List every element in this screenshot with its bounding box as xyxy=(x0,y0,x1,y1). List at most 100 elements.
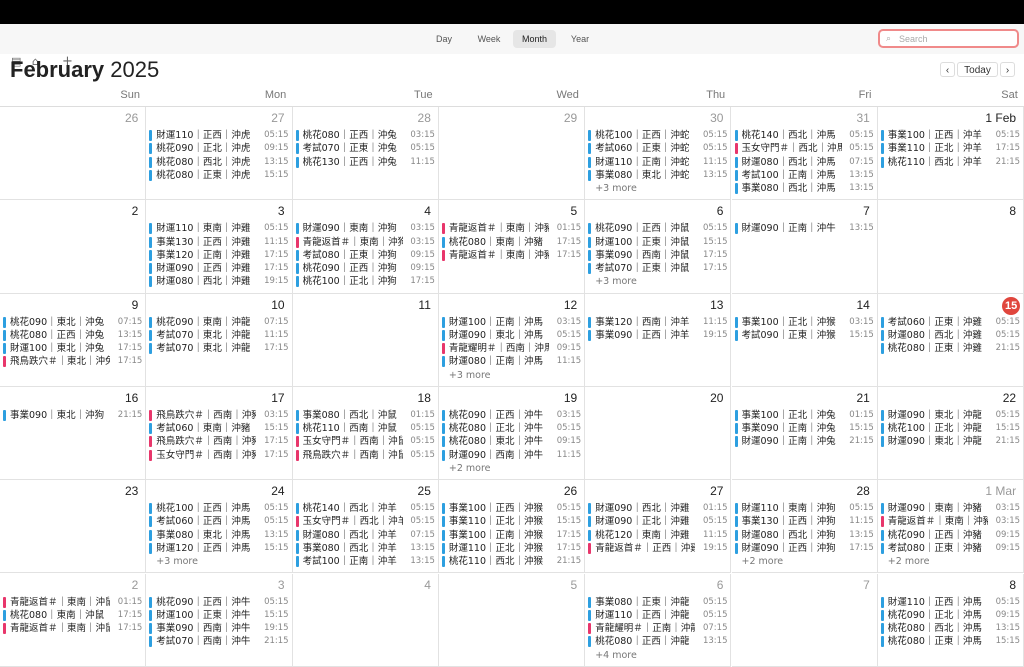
calendar-event[interactable]: 飛鳥跌穴＃｜西南｜沖鼠 05:15 xyxy=(295,448,435,462)
calendar-event[interactable]: 桃花080｜正東｜沖馬 15:15 xyxy=(880,635,1021,649)
day-cell[interactable]: 19 桃花090｜正西｜沖牛 03:15 桃花080｜正北｜沖牛 05:15 桃花080｜… xyxy=(438,386,586,481)
more-events-link[interactable]: +2 more xyxy=(888,555,930,568)
calendar-event[interactable]: 青龍返首＃｜東南｜沖鼠 01:15 xyxy=(3,595,143,609)
day-cell[interactable]: 3 財運110｜東南｜沖雞 05:15 事業130｜正西｜沖雞 11:15 事業120｜正… xyxy=(146,200,293,294)
calendar-event[interactable]: 桃花140｜西北｜沖羊 05:15 xyxy=(295,502,435,516)
day-cell[interactable]: 5 xyxy=(438,573,586,667)
day-cell[interactable]: 1 Feb 事業100｜正西｜沖羊 05:15 事業110｜正北｜沖羊 17:15 桃花1… xyxy=(877,107,1024,201)
day-cell[interactable]: 6 事業080｜正東｜沖龍 05:15 財運110｜正西｜沖龍 05:15 青龍耀明＃｜正… xyxy=(585,573,732,667)
calendar-event[interactable]: 事業080｜東北｜沖蛇 13:15 xyxy=(588,168,728,182)
day-cell[interactable]: 26 事業100｜正西｜沖猴 05:15 事業110｜正北｜沖猴 15:15 事業100｜… xyxy=(438,480,586,574)
calendar-event[interactable]: 考試080｜正東｜沖豬 09:15 xyxy=(880,542,1021,556)
day-cell[interactable]: 24 桃花100｜正西｜沖馬 05:15 考試060｜正西｜沖馬 05:15 事業080｜… xyxy=(146,480,293,574)
calendar-event[interactable]: 財運090｜東南｜沖豬 03:15 xyxy=(880,502,1021,516)
calendar-event[interactable]: 考試060｜正東｜沖雞 05:15 xyxy=(880,315,1021,329)
calendar-event[interactable]: 考試090｜正東｜沖猴 15:15 xyxy=(734,328,874,342)
day-cell[interactable]: 6 桃花090｜正西｜沖鼠 05:15 財運100｜正東｜沖鼠 15:15 事業090｜西… xyxy=(585,200,732,294)
calendar-event[interactable]: 桃花090｜東南｜沖龍 07:15 xyxy=(149,315,289,329)
search-field[interactable]: ⌕ Search xyxy=(878,29,1019,48)
calendar-event[interactable]: 青龍返首＃｜東南｜沖鼠 17:15 xyxy=(3,622,143,636)
calendar-event[interactable]: 財運090｜東北｜沖馬 05:15 xyxy=(441,328,582,342)
calendar-event[interactable]: 財運080｜西北｜沖雞 05:15 xyxy=(880,328,1021,342)
calendar-event[interactable]: 考試100｜正南｜沖馬 13:15 xyxy=(734,168,874,182)
day-cell[interactable]: 23 xyxy=(0,480,147,574)
day-cell[interactable]: 12 財運100｜正南｜沖馬 03:15 財運090｜東北｜沖馬 05:15 青龍耀明＃｜… xyxy=(438,293,586,387)
calendar-event[interactable]: 財運110｜正西｜沖馬 05:15 xyxy=(880,595,1021,609)
calendar-event[interactable]: 桃花090｜東北｜沖兔 07:15 xyxy=(3,315,143,329)
more-events-link[interactable]: +4 more xyxy=(595,649,637,662)
calendar-event[interactable]: 桃花080｜東南｜沖鼠 17:15 xyxy=(3,608,143,622)
calendar-event[interactable]: 桃花080｜正東｜沖虎 15:15 xyxy=(149,168,289,182)
day-cell[interactable]: 26 xyxy=(0,107,147,201)
calendar-event[interactable]: 考試070｜正東｜沖兔 05:15 xyxy=(295,142,435,156)
calendar-event[interactable]: 財運100｜東北｜沖兔 17:15 xyxy=(3,342,143,356)
calendar-event[interactable]: 桃花090｜正北｜沖馬 09:15 xyxy=(880,608,1021,622)
day-cell[interactable]: 2 xyxy=(0,200,147,294)
calendar-event[interactable]: 財運090｜正西｜沖雞 17:15 xyxy=(149,262,289,276)
calendar-event[interactable]: 桃花080｜正北｜沖牛 05:15 xyxy=(441,422,582,436)
calendar-event[interactable]: 桃花090｜正西｜沖豬 09:15 xyxy=(880,528,1021,542)
calendar-event[interactable]: 桃花080｜正西｜沖兔 13:15 xyxy=(3,328,143,342)
calendar-event[interactable]: 財運090｜東北｜沖龍 05:15 xyxy=(880,408,1021,422)
calendar-event[interactable]: 玉女守門＃｜西南｜沖豬 17:15 xyxy=(149,448,289,462)
day-cell[interactable]: 4 財運090｜東南｜沖狗 03:15 青龍返首＃｜東南｜沖狗 03:15 考試080｜正… xyxy=(292,200,439,294)
calendar-event[interactable]: 考試070｜東北｜沖龍 11:15 xyxy=(149,328,289,342)
calendar-event[interactable]: 玉女守門＃｜西北｜沖羊 05:15 xyxy=(295,515,435,529)
day-cell[interactable]: 11 xyxy=(292,293,439,387)
calendar-event[interactable]: 財運090｜東北｜沖龍 21:15 xyxy=(880,435,1021,449)
calendar-event[interactable]: 桃花090｜正西｜沖鼠 05:15 xyxy=(588,222,728,236)
view-month-button[interactable]: Month xyxy=(513,30,556,48)
day-cell[interactable]: 10 桃花090｜東南｜沖龍 07:15 考試070｜東北｜沖龍 11:15 考試070｜… xyxy=(146,293,293,387)
calendar-event[interactable]: 桃花080｜東南｜沖豬 17:15 xyxy=(441,235,582,249)
next-month-button[interactable]: › xyxy=(1000,62,1015,77)
calendar-event[interactable]: 桃花110｜西北｜沖猴 21:15 xyxy=(441,555,582,569)
calendar-event[interactable]: 事業080｜西北｜沖鼠 01:15 xyxy=(295,408,435,422)
calendar-event[interactable]: 事業080｜西北｜沖馬 13:15 xyxy=(734,182,874,196)
calendar-event[interactable]: 財運110｜正南｜沖蛇 11:15 xyxy=(588,155,728,169)
calendar-event[interactable]: 財運080｜西北｜沖狗 13:15 xyxy=(734,528,874,542)
calendar-event[interactable]: 事業100｜正北｜沖猴 03:15 xyxy=(734,315,874,329)
calendar-event[interactable]: 考試060｜正西｜沖馬 05:15 xyxy=(149,515,289,529)
calendar-event[interactable]: 考試070｜東北｜沖龍 17:15 xyxy=(149,342,289,356)
calendar-event[interactable]: 玉女守門＃｜西南｜沖鼠 05:15 xyxy=(295,435,435,449)
calendar-event[interactable]: 事業130｜正西｜沖狗 11:15 xyxy=(734,515,874,529)
calendar-event[interactable]: 考試060｜東南｜沖豬 15:15 xyxy=(149,422,289,436)
calendar-event[interactable]: 桃花120｜東南｜沖雞 11:15 xyxy=(588,528,728,542)
calendar-event[interactable]: 桃花110｜西北｜沖羊 21:15 xyxy=(880,155,1021,169)
calendar-event[interactable]: 桃花090｜正西｜沖牛 03:15 xyxy=(441,408,582,422)
calendar-event[interactable]: 飛鳥跌穴＃｜西南｜沖豬 17:15 xyxy=(149,435,289,449)
calendar-event[interactable]: 桃花090｜正西｜沖狗 09:15 xyxy=(295,262,435,276)
calendar-event[interactable]: 青龍返首＃｜東南｜沖豬 01:15 xyxy=(441,222,582,236)
calendar-event[interactable]: 考試070｜正東｜沖鼠 17:15 xyxy=(588,262,728,276)
day-cell[interactable]: 15 考試060｜正東｜沖雞 05:15 財運080｜西北｜沖雞 05:15 桃花080｜… xyxy=(877,293,1024,387)
calendar-event[interactable]: 桃花140｜西北｜沖馬 05:15 xyxy=(734,129,874,142)
calendar-event[interactable]: 財運090｜正北｜沖雞 05:15 xyxy=(588,515,728,529)
calendar-event[interactable]: 飛鳥跌穴＃｜東北｜沖兔 17:15 xyxy=(3,355,143,369)
day-cell[interactable]: 27 財運090｜西北｜沖雞 01:15 財運090｜正北｜沖雞 05:15 桃花120｜… xyxy=(585,480,732,574)
prev-month-button[interactable]: ‹ xyxy=(940,62,955,77)
calendar-event[interactable]: 考試070｜西南｜沖牛 21:15 xyxy=(149,635,289,649)
calendar-event[interactable]: 事業080｜正東｜沖龍 05:15 xyxy=(588,595,728,609)
calendar-event[interactable]: 財運110｜正北｜沖猴 17:15 xyxy=(441,542,582,556)
calendar-event[interactable]: 桃花080｜正西｜沖兔 03:15 xyxy=(295,129,435,142)
calendar-event[interactable]: 考試100｜正南｜沖羊 13:15 xyxy=(295,555,435,569)
day-cell[interactable]: 18 事業080｜西北｜沖鼠 01:15 桃花110｜西南｜沖鼠 05:15 玉女守門＃｜… xyxy=(292,386,439,481)
view-day-button[interactable]: Day xyxy=(425,30,463,48)
calendar-event[interactable]: 財運090｜西北｜沖雞 01:15 xyxy=(588,502,728,516)
day-cell[interactable]: 5 青龍返首＃｜東南｜沖豬 01:15 桃花080｜東南｜沖豬 17:15 青龍返首＃｜東… xyxy=(438,200,586,294)
calendar-event[interactable]: 財運110｜東南｜沖狗 05:15 xyxy=(734,502,874,516)
calendar-event[interactable]: 桃花090｜正北｜沖虎 09:15 xyxy=(149,142,289,156)
more-events-link[interactable]: +3 more xyxy=(595,275,637,288)
calendar-event[interactable]: 財運110｜東南｜沖雞 05:15 xyxy=(149,222,289,236)
calendar-event[interactable]: 青龍返首＃｜東南｜沖豬 03:15 xyxy=(880,515,1021,529)
day-cell[interactable]: 17 飛鳥跌穴＃｜西南｜沖豬 03:15 考試060｜東南｜沖豬 15:15 飛鳥跌穴＃｜… xyxy=(146,386,293,481)
calendar-event[interactable]: 財運110｜正西｜沖龍 05:15 xyxy=(588,608,728,622)
calendar-event[interactable]: 財運100｜正東｜沖牛 15:15 xyxy=(149,608,289,622)
view-year-button[interactable]: Year xyxy=(561,30,599,48)
calendar-event[interactable]: 桃花100｜正北｜沖龍 15:15 xyxy=(880,422,1021,436)
day-cell[interactable]: 7 xyxy=(731,573,878,667)
calendar-event[interactable]: 桃花090｜正西｜沖牛 05:15 xyxy=(149,595,289,609)
day-cell[interactable]: 14 事業100｜正北｜沖猴 03:15 考試090｜正東｜沖猴 15:15 xyxy=(731,293,878,387)
day-cell[interactable]: 22 財運090｜東北｜沖龍 05:15 桃花100｜正北｜沖龍 15:15 財運090｜… xyxy=(877,386,1024,481)
calendar-event[interactable]: 考試080｜正東｜沖狗 09:15 xyxy=(295,248,435,262)
